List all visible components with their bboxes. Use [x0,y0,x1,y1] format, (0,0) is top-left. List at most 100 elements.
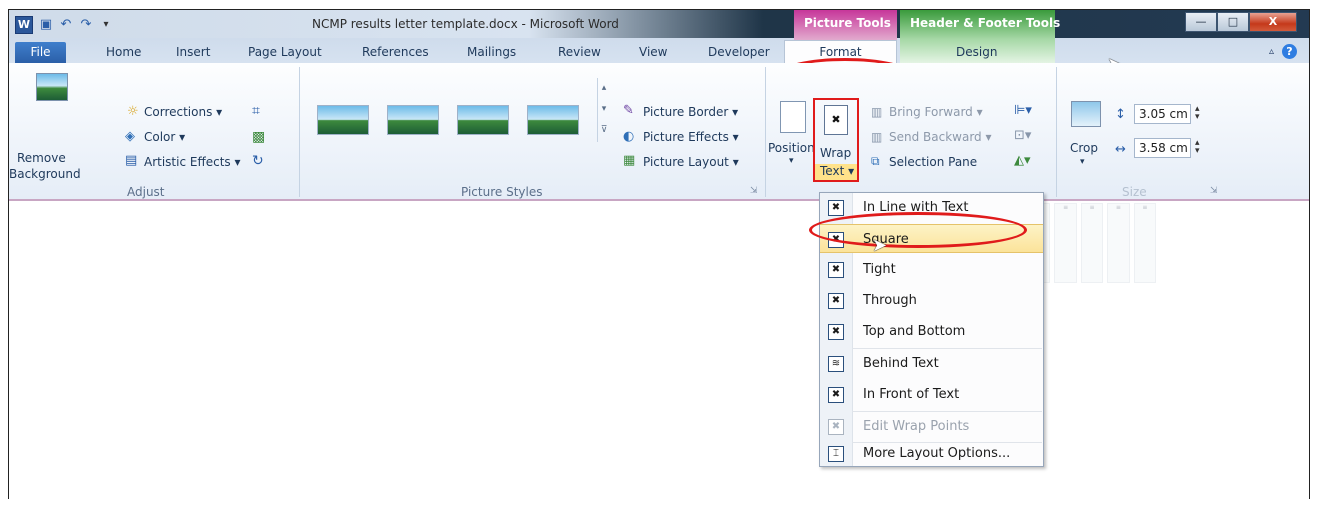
gallery-more-icon[interactable]: ⊽ [598,120,610,141]
menu-item-label: More Layout Options... [863,446,1011,461]
align-icon[interactable]: ⊫▾ [1014,103,1032,118]
crop-dropdown-icon[interactable]: ▾ [1080,157,1085,167]
tab-design[interactable]: Design [956,45,997,59]
customize-qat-icon[interactable]: ▾ [99,18,113,32]
preview-page: ≡ [1080,203,1104,283]
compress-pictures-icon[interactable]: ⌗ [252,103,260,119]
bring-forward-button[interactable]: Bring Forward ▾ [889,105,983,119]
adjust-group-label: Adjust [127,185,165,199]
menu-item-more-layout-options[interactable]: ⌶ More Layout Options... [820,439,1043,468]
menu-item-behind-text[interactable]: ≋ Behind Text [820,349,1043,378]
word-logo-icon[interactable]: W [15,16,33,34]
menu-item-top-and-bottom[interactable]: ✖ Top and Bottom [820,317,1043,346]
window-controls: — □ X [1185,12,1297,32]
picture-effects-button[interactable]: Picture Effects ▾ [643,130,739,144]
save-icon[interactable]: ▣ [39,18,53,32]
corrections-icon: ☼ [127,104,139,119]
redo-icon[interactable]: ↷ [79,18,93,32]
artistic-effects-icon: ▤ [125,153,138,168]
menu-item-label: Top and Bottom [863,324,966,339]
behind-text-icon: ≋ [828,356,844,372]
group-icon[interactable]: ⊡▾ [1014,128,1031,143]
ribbon: Remove Background ☼ Corrections ▾ ◈ Colo… [9,63,1309,201]
crop-button[interactable]: Crop [1070,141,1098,155]
shape-width-input[interactable]: 3.58 cm [1134,138,1191,158]
picture-styles-group-label: Picture Styles [461,185,543,199]
color-icon: ◈ [125,129,135,144]
menu-item-label: Tight [863,262,896,277]
picture-layout-icon: ▦ [623,153,636,168]
gallery-scroll: ▴ ▾ ⊽ [597,78,610,142]
minimize-button[interactable]: — [1185,12,1217,32]
change-picture-icon[interactable]: ▩ [252,129,265,145]
reset-picture-icon[interactable]: ↻ [252,153,264,169]
picture-style-thumb-4[interactable] [527,105,579,135]
remove-background-label-2[interactable]: Background [9,167,81,181]
remove-background-icon[interactable] [36,73,68,101]
position-dropdown-icon[interactable]: ▾ [789,156,794,166]
send-backward-button[interactable]: Send Backward ▾ [889,130,992,144]
preview-page: ≡ [1107,203,1130,283]
mouse-pointer-icon: ➤ [872,235,888,256]
inline-icon: ✖ [828,200,844,216]
minimize-ribbon-icon[interactable]: ▵ [1269,46,1274,57]
maximize-button[interactable]: □ [1217,12,1249,32]
picture-style-thumb-1[interactable] [317,105,369,135]
dialog-launcher-icon[interactable]: ⇲ [750,186,758,196]
tab-view[interactable]: View [639,45,667,59]
send-backward-icon: ▥ [871,130,883,144]
header-footer-tools-label: Header & Footer Tools [910,16,1061,30]
top-bottom-wrap-icon: ✖ [828,324,844,340]
wrap-text-red-box [813,98,859,182]
picture-border-button[interactable]: Picture Border ▾ [643,105,738,119]
height-spinner-icon[interactable]: ▴ ▾ [1195,105,1200,122]
size-dialog-launcher-icon[interactable]: ⇲ [1210,186,1218,196]
through-wrap-icon: ✖ [828,293,844,309]
corrections-button[interactable]: Corrections ▾ [144,105,222,119]
tab-references[interactable]: References [362,45,429,59]
menu-item-label: Behind Text [863,356,939,371]
help-icon[interactable]: ? [1282,44,1297,59]
position-icon[interactable] [780,101,806,133]
width-spinner-icon[interactable]: ▴ ▾ [1195,139,1200,156]
selection-pane-button[interactable]: Selection Pane [889,155,977,169]
group-separator [765,67,766,197]
menu-item-tight[interactable]: ✖ Tight [820,255,1043,284]
group-separator [1056,67,1057,197]
menu-item-label: Through [863,293,917,308]
tab-file[interactable]: File [15,42,66,63]
title-bar-background [9,10,1309,38]
picture-style-thumb-3[interactable] [457,105,509,135]
tab-mailings[interactable]: Mailings [467,45,516,59]
menu-item-through[interactable]: ✖ Through [820,286,1043,315]
tab-developer[interactable]: Developer [708,45,770,59]
color-button[interactable]: Color ▾ [144,130,185,144]
crop-icon[interactable] [1071,101,1101,127]
artistic-effects-button[interactable]: Artistic Effects ▾ [144,155,241,169]
picture-layout-button[interactable]: Picture Layout ▾ [643,155,739,169]
gallery-up-icon[interactable]: ▴ [598,78,610,99]
picture-style-thumb-2[interactable] [387,105,439,135]
selection-pane-icon: ⧉ [871,154,880,168]
bring-forward-icon: ▥ [871,105,883,119]
tab-review[interactable]: Review [558,45,601,59]
remove-background-label-1[interactable]: Remove [17,151,66,165]
rotate-icon[interactable]: ◭▾ [1014,153,1031,168]
undo-icon[interactable]: ↶ [59,18,73,32]
size-group-label: Size [1122,185,1147,199]
tab-insert[interactable]: Insert [176,45,210,59]
tab-page-layout[interactable]: Page Layout [248,45,322,59]
menu-item-in-front-of-text[interactable]: ✖ In Front of Text [820,380,1043,409]
tight-wrap-icon: ✖ [828,262,844,278]
position-button[interactable]: Position [768,141,815,155]
close-button[interactable]: X [1249,12,1297,32]
menu-item-label: Edit Wrap Points [863,419,970,434]
gallery-down-icon[interactable]: ▾ [598,99,610,120]
menu-item-label: In Front of Text [863,387,960,402]
help-area: ▵ ? [1269,44,1297,59]
square-item-highlight-ring [809,212,1027,248]
tab-home[interactable]: Home [106,45,141,59]
document-title: NCMP results letter template.docx - Micr… [312,17,619,31]
shape-height-input[interactable]: 3.05 cm [1134,104,1191,124]
word-window: W ▣ ↶ ↷ ▾ NCMP results letter template.d… [8,9,1310,499]
